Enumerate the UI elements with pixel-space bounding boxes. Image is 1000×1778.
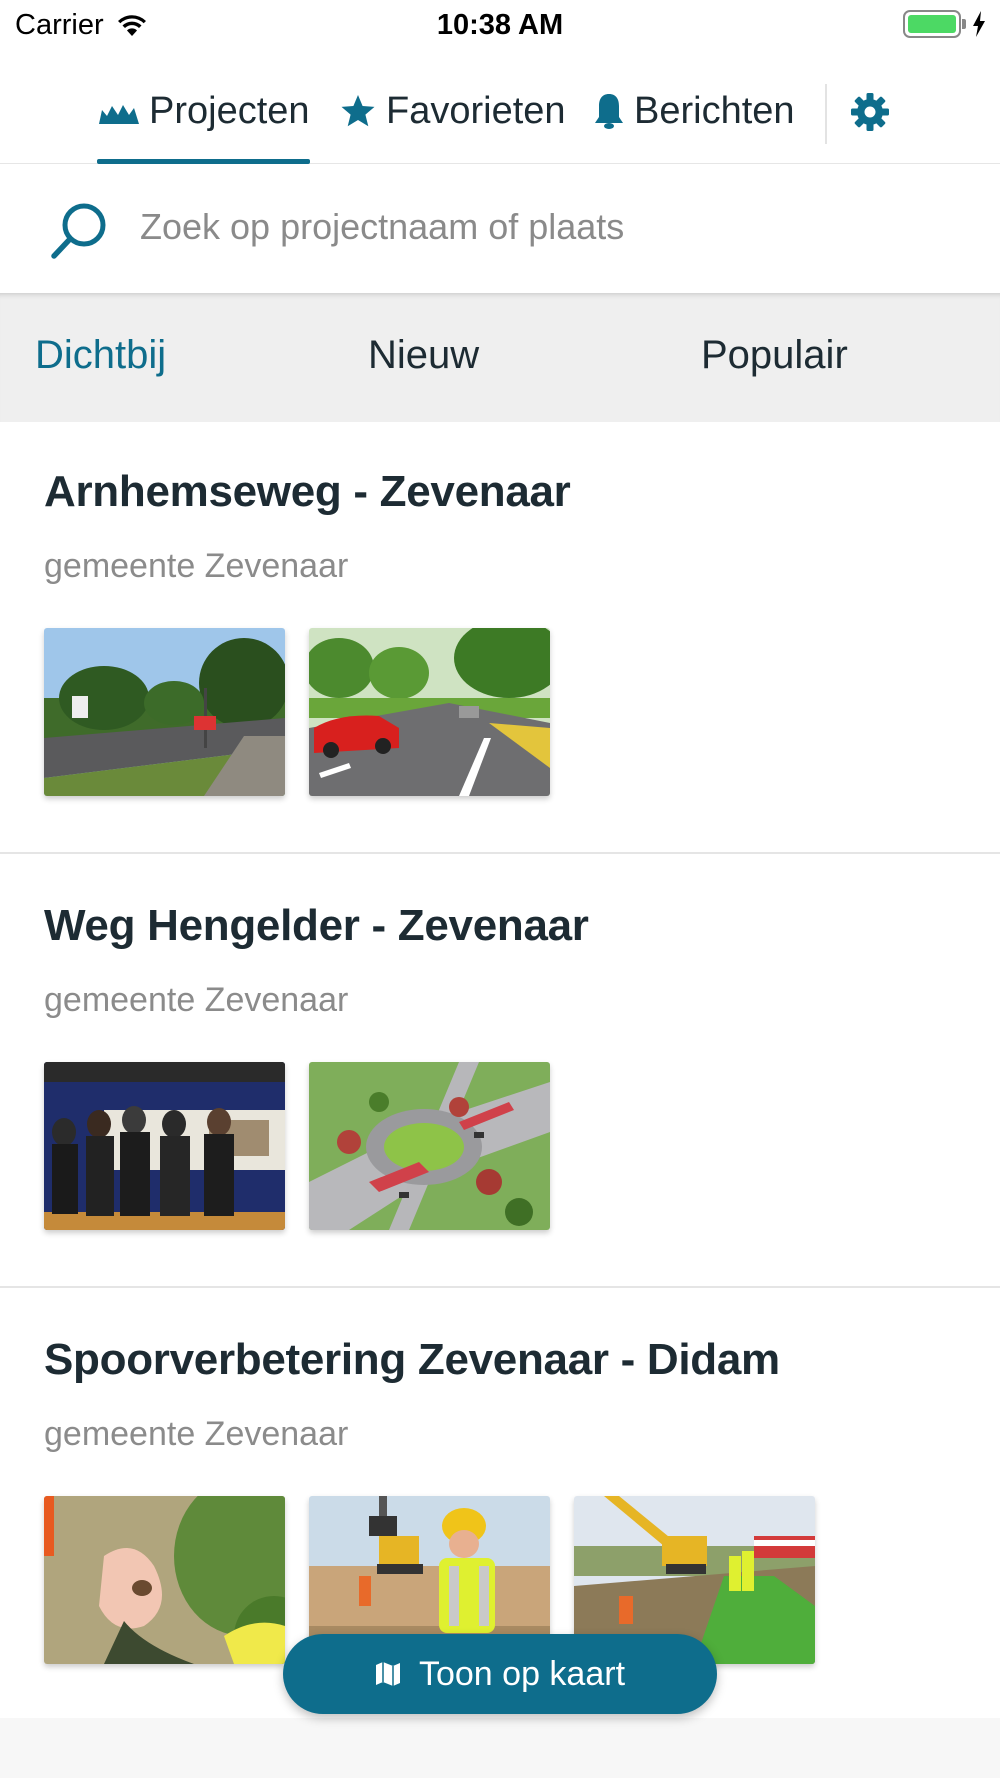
gear-icon — [851, 93, 889, 131]
tab-projecten[interactable]: Projecten — [99, 82, 310, 140]
project-photo[interactable] — [309, 628, 550, 796]
project-card[interactable]: Arnhemseweg - Zevenaar gemeente Zevenaar — [0, 422, 1000, 854]
filter-tabs: Dichtbij Nieuw Populair — [0, 293, 1000, 422]
tab-berichten-label: Berichten — [634, 89, 795, 132]
project-photo[interactable] — [44, 628, 285, 796]
map-icon — [375, 1660, 401, 1688]
nav-divider — [825, 84, 827, 144]
tab-projecten-label: Projecten — [149, 89, 310, 132]
tab-favorieten-label: Favorieten — [386, 89, 566, 132]
active-tab-indicator — [97, 159, 310, 164]
show-on-map-button[interactable]: Toon op kaart — [283, 1634, 717, 1714]
tab-berichten[interactable]: Berichten — [594, 82, 795, 140]
project-subtitle: gemeente Zevenaar — [44, 547, 349, 585]
status-bar: Carrier 10:38 AM — [0, 0, 1000, 52]
clock: 10:38 AM — [436, 9, 564, 41]
search-input[interactable] — [140, 195, 940, 259]
battery-indicator — [903, 10, 986, 38]
project-title: Weg Hengelder - Zevenaar — [44, 901, 589, 950]
filter-tab-populair[interactable]: Populair — [701, 333, 848, 378]
project-photo[interactable] — [309, 1062, 550, 1230]
charging-icon — [973, 11, 985, 37]
filter-tab-nieuw[interactable]: Nieuw — [368, 333, 479, 378]
top-navigation: Projecten Favorieten Berichten — [0, 62, 1000, 164]
crane-icon — [99, 98, 139, 124]
show-on-map-label: Toon op kaart — [418, 1654, 626, 1693]
project-title: Arnhemseweg - Zevenaar — [44, 467, 571, 516]
project-card[interactable]: Weg Hengelder - Zevenaar gemeente Zevena… — [0, 856, 1000, 1288]
filter-tab-dichtbij[interactable]: Dichtbij — [35, 333, 166, 378]
project-title: Spoorverbetering Zevenaar - Didam — [44, 1335, 780, 1384]
project-photo[interactable] — [44, 1496, 285, 1664]
search-icon — [51, 203, 106, 259]
tab-favorieten[interactable]: Favorieten — [340, 82, 566, 140]
star-icon — [340, 93, 376, 129]
bell-icon — [594, 92, 624, 130]
project-subtitle: gemeente Zevenaar — [44, 1415, 349, 1453]
project-subtitle: gemeente Zevenaar — [44, 981, 349, 1019]
search-bar — [0, 165, 1000, 293]
project-photo[interactable] — [44, 1062, 285, 1230]
settings-button[interactable] — [850, 92, 890, 137]
bottom-fade — [0, 1718, 1000, 1778]
